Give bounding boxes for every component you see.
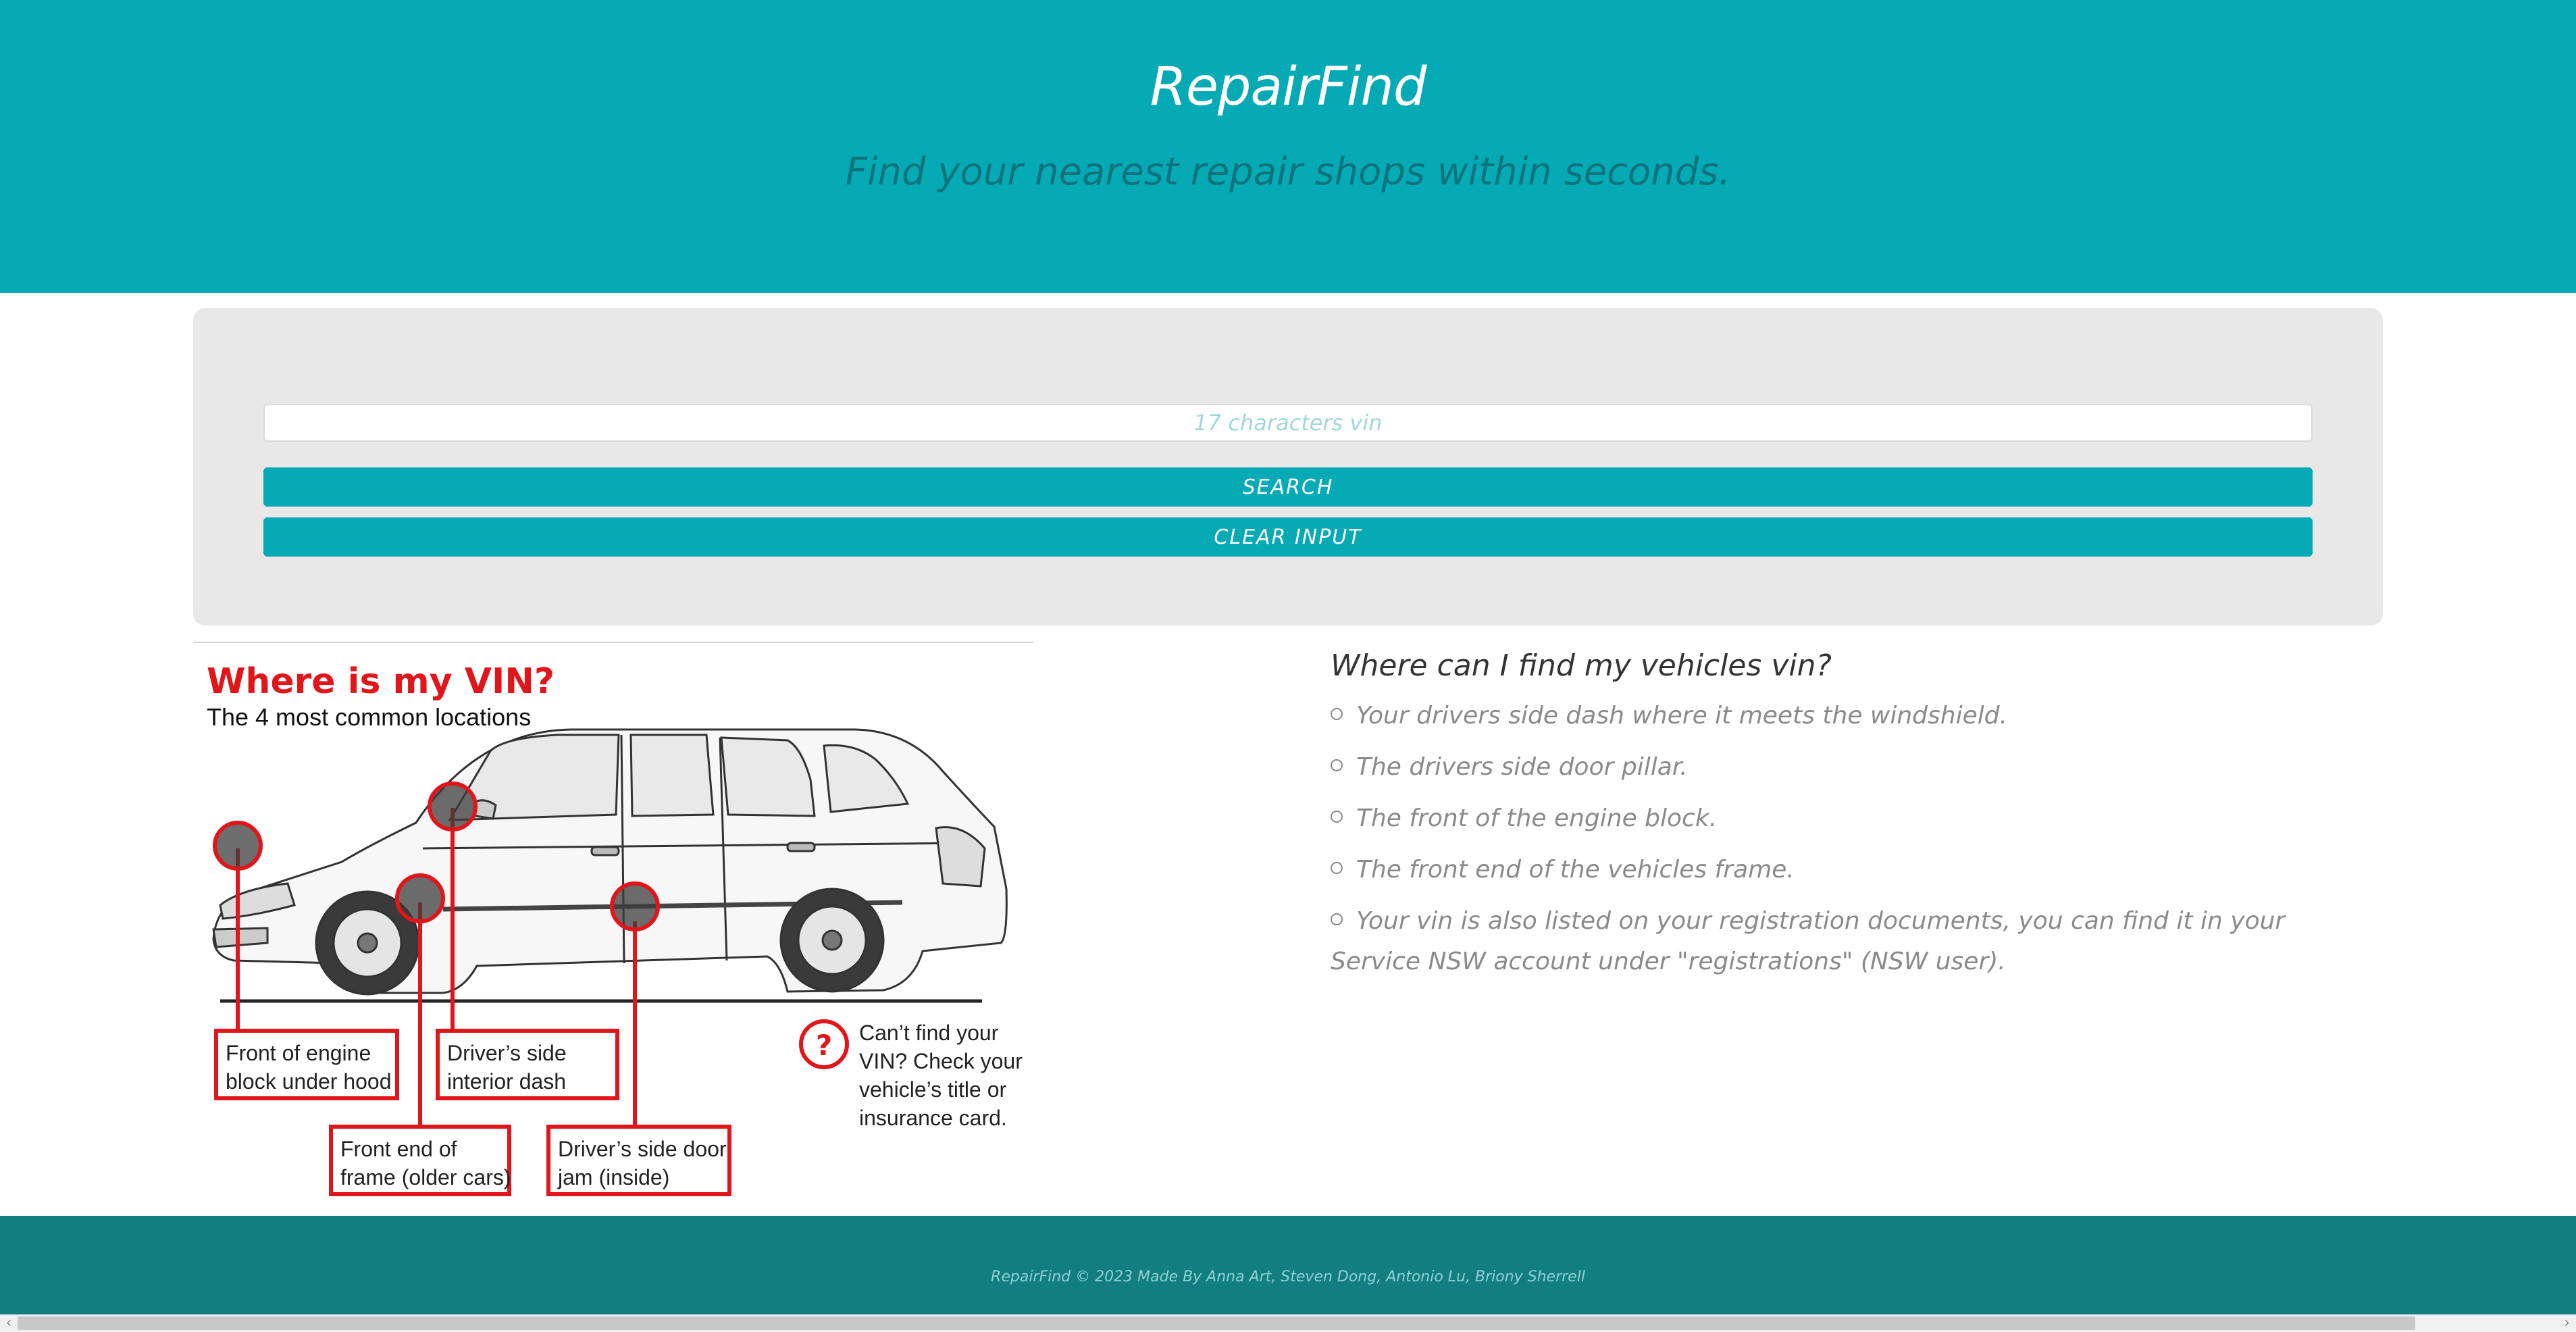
scroll-left-arrow-icon[interactable]: ‹ (0, 1314, 18, 1332)
vin-locations-image: Where is my VIN? The 4 most common locat… (193, 646, 1033, 1208)
scroll-right-arrow-icon[interactable]: › (2558, 1314, 2576, 1332)
door-vin-marker (610, 881, 660, 931)
dash-vin-marker (428, 782, 478, 831)
help-symbol: ? (816, 1029, 832, 1062)
list-item: The front of the engine block. (1331, 798, 2330, 839)
scrollbar-thumb[interactable] (18, 1316, 2415, 1330)
figure-divider (193, 642, 1033, 643)
bullet-icon (1331, 759, 1343, 771)
dash-label-line1: Driver’s side (447, 1041, 567, 1065)
help-note-line1: Can’t find your (859, 1021, 999, 1045)
list-item: The front end of the vehicles frame. (1331, 850, 2330, 890)
frame-label-line2: frame (older cars) (340, 1165, 511, 1189)
frame-label-line1: Front end of (340, 1137, 457, 1161)
list-item-text: The drivers side door pillar. (1356, 753, 1688, 781)
dash-label-line2: interior dash (447, 1069, 566, 1094)
list-item-text: The front of the engine block. (1356, 804, 1718, 832)
horizontal-scrollbar[interactable]: ‹ › (0, 1314, 2576, 1332)
search-button[interactable]: SEARCH (263, 467, 2313, 507)
engine-label-line1: Front of engine (226, 1041, 371, 1065)
site-tagline: Find your nearest repair shops within se… (845, 150, 1731, 194)
clear-input-button[interactable]: CLEAR INPUT (263, 517, 2313, 557)
site-brand: RepairFind (1150, 57, 1427, 118)
frame-vin-marker (395, 873, 445, 923)
engine-vin-marker (213, 821, 263, 871)
bullet-icon (1331, 913, 1343, 925)
site-header: RepairFind Find your nearest repair shop… (0, 0, 2576, 293)
help-note-line2: VIN? Check your (859, 1049, 1023, 1073)
list-item: Your drivers side dash where it meets th… (1331, 696, 2330, 736)
vin-search-panel: SEARCH CLEAR INPUT (193, 308, 2383, 625)
figure-title: Where is my VIN? (207, 661, 555, 702)
figure-subtitle: The 4 most common locations (207, 703, 531, 731)
footer-credits: RepairFind © 2023 Made By Anna Art, Stev… (991, 1269, 1585, 1285)
engine-label-line2: block under hood (226, 1069, 392, 1094)
info-title: Where can I find my vehicles vin? (1331, 648, 1832, 683)
list-item-text: Your vin is also listed on your registra… (1331, 907, 2286, 975)
car-illustration (212, 728, 1008, 1003)
help-note-line4: insurance card. (859, 1106, 1007, 1130)
list-item-text: Your drivers side dash where it meets th… (1356, 702, 2008, 729)
site-footer: RepairFind © 2023 Made By Anna Art, Stev… (0, 1216, 2576, 1314)
help-note-line3: vehicle’s title or (859, 1077, 1007, 1102)
vin-input[interactable] (263, 404, 2313, 442)
bullet-icon (1331, 811, 1343, 823)
vin-locations-list: Your drivers side dash where it meets th… (1331, 696, 2330, 982)
door-label-line2: jam (inside) (557, 1165, 669, 1189)
list-item-text: The front end of the vehicles frame. (1356, 856, 1795, 883)
bullet-icon (1331, 708, 1343, 720)
door-label-line1: Driver’s side door (558, 1137, 727, 1161)
bullet-icon (1331, 862, 1343, 874)
vin-info-section: Where can I find my vehicles vin? Your d… (1331, 643, 2330, 993)
list-item: Your vin is also listed on your registra… (1331, 901, 2330, 982)
list-item: The drivers side door pillar. (1331, 747, 2330, 788)
